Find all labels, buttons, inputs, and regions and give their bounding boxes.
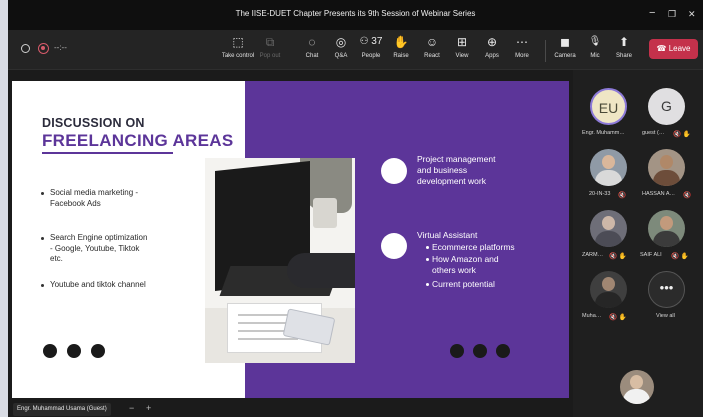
meeting-toolbar: --:-- ⬚ Take control ⧉ Pop out ◌ Chat ◎ … [8, 30, 703, 70]
participant-status-icons: 🔇 ✋ [673, 131, 691, 138]
avatar[interactable] [648, 149, 685, 186]
view-all-label[interactable]: View all [656, 313, 675, 319]
slide-title-line1: DISCUSSION ON [42, 116, 145, 130]
bullet-circle [381, 158, 407, 184]
more-icon: ⋯ [516, 35, 528, 49]
participant-name: guest (… [642, 130, 665, 136]
participant-name: Muha… [582, 313, 602, 319]
share-icon: ⬆ [618, 35, 630, 49]
shared-content-stage: DISCUSSION ON FREELANCING AREAS Social m… [8, 70, 573, 417]
participant-name: 20-IN-33 [589, 191, 611, 197]
zoom-out-icon[interactable]: − [129, 403, 134, 413]
left-edge-strip [0, 0, 8, 417]
apps-button[interactable]: ⊕ Apps [475, 33, 509, 67]
bullet-circle [381, 233, 407, 259]
minimize-icon[interactable]: − [649, 7, 655, 19]
participant-name: Engr. Muhamm… [582, 130, 625, 136]
decorative-dot [91, 344, 105, 358]
avatar[interactable] [590, 149, 627, 186]
slide-title-line2: FREELANCING AREAS [42, 131, 234, 150]
apps-icon: ⊕ [486, 35, 498, 49]
right-item-project-management: Project management and business developm… [417, 154, 496, 186]
bullet-item: Search Engine optimization - Google, You… [41, 233, 147, 265]
avatar[interactable] [590, 271, 627, 308]
qa-button[interactable]: ◎ Q&A [324, 33, 358, 67]
zoom-in-icon[interactable]: + [146, 403, 151, 413]
sub-bullet: Ecommerce platforms [426, 242, 515, 253]
pop-out-icon: ⧉ [265, 35, 275, 49]
recording-icon [38, 43, 49, 54]
decorative-dot [67, 344, 81, 358]
participant-status-icons: 🔇 ✋ [609, 253, 627, 260]
avatar[interactable]: G [648, 88, 685, 125]
decorative-dot [43, 344, 57, 358]
slide-laptop-photo [205, 158, 355, 363]
camera-button[interactable]: ◼ Camera [548, 33, 582, 67]
avatar[interactable]: EU [590, 88, 627, 125]
decorative-dot [496, 344, 510, 358]
bullet-item: Youtube and tiktok channel [41, 280, 146, 291]
sub-bullet: Current potential [426, 279, 495, 290]
take-control-icon: ⬚ [232, 35, 244, 49]
presentation-slide: DISCUSSION ON FREELANCING AREAS Social m… [12, 81, 569, 398]
phone-icon: ☎ [656, 44, 667, 53]
self-view-bar: Engr. Muhammad Usama (Guest) − + [8, 401, 573, 417]
participant-name: SAIF ALI [640, 252, 662, 258]
view-all-button[interactable]: ••• [648, 271, 685, 308]
view-icon: ⊞ [456, 35, 468, 49]
meeting-timer: --:-- [54, 43, 67, 52]
more-button[interactable]: ⋯ More [505, 33, 539, 67]
window-title: The IISE-DUET Chapter Presents its 9th S… [235, 9, 476, 18]
react-button[interactable]: ☺ React [415, 33, 449, 67]
toolbar-divider [545, 40, 546, 62]
participant-status-icons: 🔇 ✋ [609, 314, 627, 321]
shield-icon [21, 44, 30, 53]
right-item-virtual-assistant: Virtual Assistant [417, 230, 478, 240]
close-icon[interactable]: ✕ [688, 9, 696, 20]
title-underline [42, 152, 173, 154]
raise-hand-icon: ✋ [393, 35, 409, 49]
participants-panel: EU Engr. Muhamm… G guest (… 🔇 ✋ 20-IN-33… [573, 70, 703, 417]
people-button[interactable]: ⚇ 37 People [354, 33, 388, 67]
share-button[interactable]: ⬆ Share [607, 33, 641, 67]
maximize-icon[interactable]: ❐ [668, 9, 676, 20]
take-control-button[interactable]: ⬚ Take control [221, 33, 255, 67]
raise-hand-button[interactable]: ✋ Raise [384, 33, 418, 67]
avatar[interactable] [590, 210, 627, 247]
participant-status-icons: 🔇 [683, 192, 692, 199]
qa-icon: ◎ [335, 35, 347, 49]
react-icon: ☺ [425, 35, 439, 49]
pop-out-button[interactable]: ⧉ Pop out [253, 33, 287, 67]
participant-name: HASSAN A… [642, 191, 676, 197]
avatar[interactable] [648, 210, 685, 247]
self-video-preview[interactable] [620, 370, 654, 404]
participant-status-icons: 🔇 [618, 192, 627, 199]
view-button[interactable]: ⊞ View [445, 33, 479, 67]
participant-name: ZARM… [582, 252, 604, 258]
decorative-dot [473, 344, 487, 358]
camera-icon: ◼ [560, 35, 570, 49]
people-icon: ⚇ 37 [359, 36, 383, 47]
participant-status-icons: 🔇 ✋ [671, 253, 689, 260]
sub-bullet: How Amazon and others work [426, 254, 499, 276]
window-title-bar: The IISE-DUET Chapter Presents its 9th S… [8, 0, 703, 30]
leave-button[interactable]: ☎ Leave [649, 39, 698, 59]
more-icon: ••• [659, 280, 674, 295]
self-name-label: Engr. Muhammad Usama (Guest) [13, 403, 111, 416]
bullet-item: Social media marketing - Facebook Ads [41, 188, 138, 209]
decorative-dot [450, 344, 464, 358]
